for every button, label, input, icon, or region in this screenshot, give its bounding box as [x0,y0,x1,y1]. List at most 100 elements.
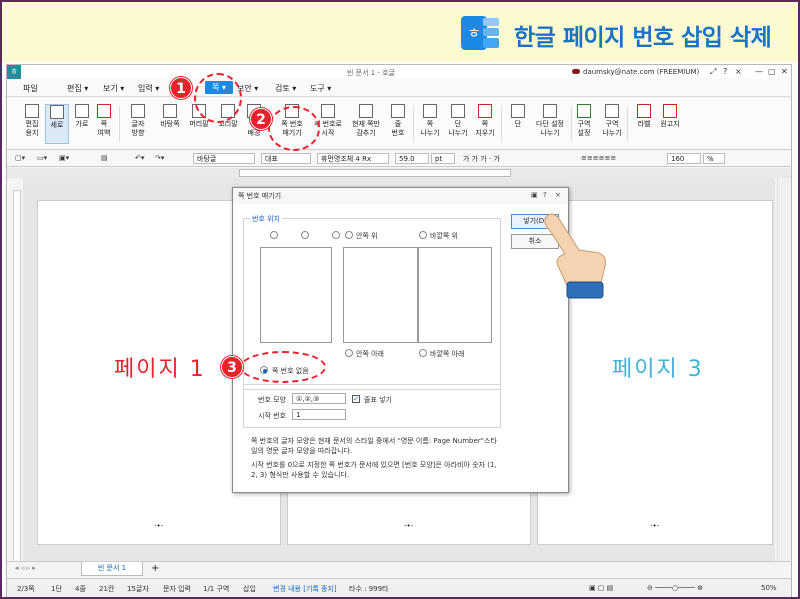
redo-icon[interactable]: ↷▾ [155,154,164,162]
shape-select[interactable]: ①,②,③ [292,393,346,404]
status-insert[interactable]: 삽입 [243,584,256,594]
font-select[interactable]: 휴먼명조체 4 Rx [317,153,389,164]
page-break-button[interactable]: 쪽 나누기 [415,104,445,138]
status-column: 1단 [51,585,62,593]
outer-top-label: 바깥쪽 위 [430,232,458,240]
expand-icon[interactable]: ⤢ [710,67,716,77]
radio-outer-top[interactable] [419,231,427,239]
callout-highlight-3 [240,351,326,383]
text-direction-icon [131,104,145,118]
close-ribbon-icon[interactable]: × [735,67,742,76]
status-page: 2/3쪽 [17,585,35,593]
menu-insert[interactable]: 입력 ▾ [138,83,159,94]
user-email: daumsky@nate.com (FREEMIUM) [583,68,700,76]
include-dash-checkbox[interactable]: ✓ [352,395,360,403]
status-section: 1/1 구역 [203,585,230,593]
ribbon-separator [119,106,120,142]
step-badge-2: 2 [250,108,272,130]
radio-inner-top[interactable] [345,231,353,239]
dialog-close-icon[interactable]: × [555,191,561,199]
user-account[interactable]: daumsky@nate.com (FREEMIUM) [572,68,699,76]
save-icon[interactable]: ▣▾ [59,154,69,162]
page-3-label: 페이지 3 [612,357,704,382]
new-doc-icon[interactable]: ▢▾ [15,154,25,162]
portrait-button[interactable]: 세로 [45,104,69,144]
horizontal-ruler[interactable] [7,168,791,178]
help-icon[interactable]: ? [723,67,727,76]
radio-outer-bottom[interactable] [419,349,427,357]
ribbon-separator [413,106,414,142]
menu-review[interactable]: 검토 ▾ [275,83,296,94]
maximize-button[interactable]: ▢ [768,67,776,76]
size-unit-select[interactable]: pt [431,153,455,164]
radio-top-left[interactable] [270,231,278,239]
edit-paper-button[interactable]: 편집 용지 [17,104,47,138]
radio-top-center[interactable] [301,231,309,239]
text-style-icons[interactable]: 가 가 가 · 가 [463,154,500,164]
dialog-settings-icon[interactable]: ▣ [531,191,538,199]
hwp-logo-icon: ㅎ [461,16,499,50]
delete-page-button[interactable]: 쪽 지우기 [470,104,500,138]
dialog-help-icon[interactable]: ? [543,191,547,199]
status-track-changes[interactable]: 변경 내용 [기록 중지] [273,584,337,594]
add-tab-button[interactable]: + [151,563,159,574]
multi-column-icon [543,104,557,118]
undo-icon[interactable]: ↶▾ [135,154,144,162]
font-size-input[interactable]: 59.0 [395,153,429,164]
line-number-icon [391,104,405,118]
section-settings-button[interactable]: 구역 설정 [569,104,599,138]
margin-icon [97,104,111,118]
tab-nav-icons[interactable]: ◂ ◃ ▹ ▸ [15,564,36,572]
status-count: 타수 : 999타 [349,585,389,593]
print-icon[interactable]: ▤ [101,154,108,162]
menu-edit[interactable]: 편집 ▾ [67,83,88,94]
delete-page-icon [478,104,492,118]
page-1-number-mark: -•- [154,522,164,530]
radio-inner-bottom[interactable] [345,349,353,357]
pointing-hand-icon [544,213,606,299]
page-margin-button[interactable]: 쪽 여백 [89,104,119,138]
section-break-button[interactable]: 구역 나누기 [597,104,627,138]
paper-icon [25,104,39,118]
start-number-input[interactable]: 1 [292,409,346,420]
document-tab-bar: ◂ ◃ ▹ ▸ 빈 문서 1 + [7,561,791,576]
zoom-slider[interactable]: ⊖ ────○──── ⊕ [647,584,703,592]
step-badge-3: 3 [221,356,243,378]
section-break-icon [605,104,619,118]
minimize-button[interactable]: — [755,67,763,76]
line-number-button[interactable]: 줄 번호 [383,104,413,138]
radio-top-right[interactable] [332,231,340,239]
shape-label: 번호 모양 [258,396,286,404]
number-options-group: 번호 모양 ①,②,③ ✓ 줄표 넣기 시작 번호 1 [243,384,501,428]
zoom-input[interactable]: 160 [667,153,701,164]
zoom-unit-select[interactable]: % [703,153,725,164]
align-icons[interactable]: ≡≡≡≡≡≡ [581,154,616,162]
menu-tools[interactable]: 도구 ▾ [310,83,331,94]
multi-column-button[interactable]: 다단 설정 나누기 [531,104,569,138]
close-window-button[interactable]: ✕ [781,67,788,76]
single-page-preview [260,247,332,343]
menu-file[interactable]: 파일 [23,83,38,94]
style-select[interactable]: 바탕글 [193,153,255,164]
text-direction-button[interactable]: 글자 방향 [123,104,153,138]
menu-view[interactable]: 보기 ▾ [103,83,124,94]
manuscript-button[interactable]: 원고지 [655,104,685,129]
step-badge-1: 1 [170,77,192,99]
columns-button[interactable]: 단 [503,104,533,129]
hide-current-page-button[interactable]: 현재 쪽만 감추기 [347,104,385,138]
page-1-label: 페이지 1 [114,357,206,382]
banner-title: 한글 페이지 번호 삽입 삭제 [514,25,772,51]
columns-icon [511,104,525,118]
tab-doc-1[interactable]: 빈 문서 1 [81,562,143,576]
status-input-mode: 문자 입력 [163,585,191,593]
view-mode-icons[interactable]: ▣ ▢ ▤ [589,584,613,592]
master-page-button[interactable]: 바탕쪽 [155,104,185,129]
column-break-button[interactable]: 단 나누기 [443,104,473,138]
vertical-ruler[interactable] [13,190,21,565]
page-numbering-dialog: 쪽 번호 매기기 ▣ ? × 번호 위치 안쪽 위 바깥쪽 위 안쪽 아래 바깥… [232,187,569,493]
status-line: 4줄 [75,585,86,593]
language-select[interactable]: 대표 [261,153,311,164]
section-settings-icon [577,104,591,118]
open-icon[interactable]: ▭▾ [37,154,47,162]
vertical-scrollbar[interactable] [777,178,791,570]
